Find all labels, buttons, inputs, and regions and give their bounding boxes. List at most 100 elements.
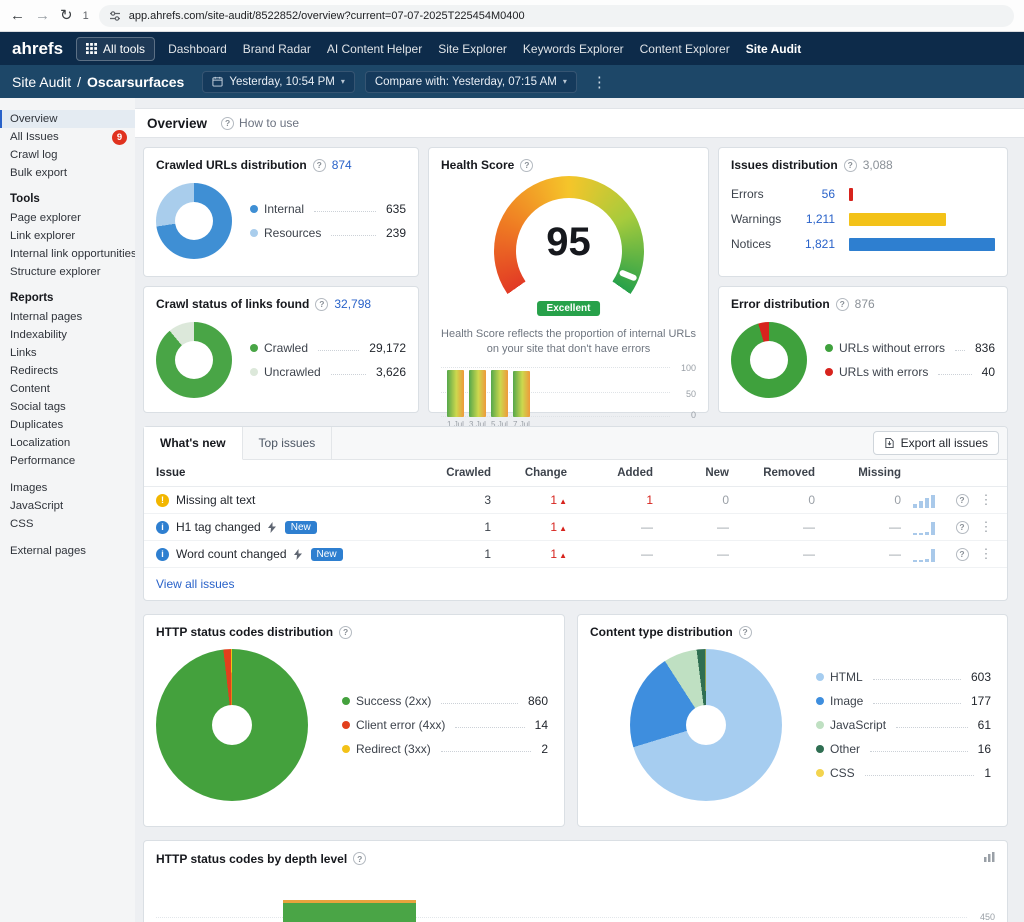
help-icon[interactable]: ? — [739, 626, 752, 639]
legend-item-urls-with-errors[interactable]: URLs with errors 40 — [825, 365, 995, 379]
sidebar-item-structure-explorer[interactable]: Structure explorer — [0, 263, 135, 281]
sidebar-item-bulk-export[interactable]: Bulk export — [0, 164, 135, 182]
sidebar-item-images[interactable]: Images — [0, 479, 135, 497]
sidebar-item-indexability[interactable]: Indexability — [0, 326, 135, 344]
reload-icon[interactable]: ↻ — [60, 8, 73, 23]
warnings-bar[interactable] — [849, 213, 946, 226]
issue-name[interactable]: H1 tag changed — [176, 520, 261, 534]
compare-button[interactable]: Compare with: Yesterday, 07:15 AM ▾ — [365, 71, 577, 93]
site-settings-icon[interactable] — [109, 10, 121, 22]
issue-row-h1-tag-changed[interactable]: i H1 tag changed New 1 1▲ — — — — ? — [144, 514, 1007, 541]
sidebar-item-overview[interactable]: Overview — [0, 110, 135, 128]
col-header-new[interactable]: New — [653, 467, 729, 479]
sidebar-item-content[interactable]: Content — [0, 380, 135, 398]
col-header-change[interactable]: Change — [491, 467, 567, 479]
sidebar-item-javascript[interactable]: JavaScript — [0, 497, 135, 515]
nav-dashboard[interactable]: Dashboard — [168, 42, 227, 56]
legend-item-javascript[interactable]: JavaScript 61 — [816, 718, 991, 732]
legend-value[interactable]: 239 — [386, 226, 406, 240]
legend-value[interactable]: 1 — [984, 766, 991, 780]
sidebar-item-link-explorer[interactable]: Link explorer — [0, 227, 135, 245]
legend-item-crawled[interactable]: Crawled 29,172 — [250, 341, 406, 355]
col-header-missing[interactable]: Missing — [815, 467, 901, 479]
legend-value[interactable]: 3,626 — [376, 365, 406, 379]
nav-content-explorer[interactable]: Content Explorer — [640, 42, 730, 56]
date-picker-button[interactable]: Yesterday, 10:54 PM ▾ — [202, 71, 355, 93]
legend-item-image[interactable]: Image 177 — [816, 694, 991, 708]
row-value[interactable]: 1,821 — [793, 237, 835, 251]
help-icon[interactable]: ? — [836, 298, 849, 311]
nav-site-explorer[interactable]: Site Explorer — [438, 42, 507, 56]
legend-value[interactable]: 603 — [971, 670, 991, 684]
legend-value[interactable]: 16 — [978, 742, 991, 756]
sidebar-item-all-issues[interactable]: All Issues 9 — [0, 128, 135, 146]
col-header-crawled[interactable]: Crawled — [421, 467, 491, 479]
help-icon[interactable]: ? — [313, 159, 326, 172]
sidebar-item-redirects[interactable]: Redirects — [0, 362, 135, 380]
legend-item-css[interactable]: CSS 1 — [816, 766, 991, 780]
all-tools-button[interactable]: All tools — [76, 37, 155, 61]
crawled-urls-total[interactable]: 874 — [332, 158, 352, 172]
legend-value[interactable]: 14 — [535, 718, 548, 732]
errors-bar[interactable] — [849, 188, 853, 201]
row-menu-icon[interactable]: ⋮ — [977, 492, 995, 508]
nav-ai-content-helper[interactable]: AI Content Helper — [327, 42, 422, 56]
nav-brand-radar[interactable]: Brand Radar — [243, 42, 311, 56]
legend-item-success[interactable]: Success (2xx) 860 — [342, 694, 548, 708]
row-menu-icon[interactable]: ⋮ — [977, 519, 995, 535]
view-all-issues-link[interactable]: View all issues — [144, 568, 1007, 600]
tab-top-issues[interactable]: Top issues — [243, 427, 333, 460]
nav-site-audit[interactable]: Site Audit — [746, 42, 802, 56]
sidebar-item-internal-link-opportunities[interactable]: Internal link opportunities — [0, 245, 135, 263]
issue-row-missing-alt-text[interactable]: ! Missing alt text 3 1▲ 1 0 0 0 ? ⋮ — [144, 487, 1007, 514]
help-icon[interactable]: ? — [844, 159, 857, 172]
legend-item-redirect[interactable]: Redirect (3xx) 2 — [342, 742, 548, 756]
sidebar-item-internal-pages[interactable]: Internal pages — [0, 308, 135, 326]
row-value[interactable]: 56 — [793, 187, 835, 201]
help-icon[interactable]: ? — [315, 298, 328, 311]
sidebar-item-crawl-log[interactable]: Crawl log — [0, 146, 135, 164]
legend-value[interactable]: 29,172 — [369, 341, 406, 355]
help-icon[interactable]: ? — [956, 548, 969, 561]
legend-value[interactable]: 860 — [528, 694, 548, 708]
legend-item-client-error[interactable]: Client error (4xx) 14 — [342, 718, 548, 732]
back-icon[interactable]: ← — [10, 8, 25, 23]
col-header-removed[interactable]: Removed — [729, 467, 815, 479]
links-found-total[interactable]: 32,798 — [334, 297, 371, 311]
issue-name[interactable]: Word count changed — [176, 547, 287, 561]
sidebar-item-performance[interactable]: Performance — [0, 452, 135, 470]
tab-whats-new[interactable]: What's new — [144, 427, 243, 460]
notices-bar[interactable] — [849, 238, 995, 251]
more-options-icon[interactable]: ⋮ — [587, 73, 612, 91]
sidebar-item-social-tags[interactable]: Social tags — [0, 398, 135, 416]
depth-level-bar[interactable] — [283, 900, 416, 922]
col-header-added[interactable]: Added — [567, 467, 653, 479]
breadcrumb-project[interactable]: Oscarsurfaces — [87, 74, 184, 90]
sidebar-item-localization[interactable]: Localization — [0, 434, 135, 452]
breadcrumb-section[interactable]: Site Audit — [12, 74, 71, 90]
sidebar-item-css[interactable]: CSS — [0, 515, 135, 533]
help-icon[interactable]: ? — [353, 852, 366, 865]
ahrefs-logo[interactable]: ahrefs — [12, 39, 63, 59]
legend-item-uncrawled[interactable]: Uncrawled 3,626 — [250, 365, 406, 379]
legend-value[interactable]: 177 — [971, 694, 991, 708]
row-value[interactable]: 1,211 — [793, 212, 835, 226]
row-menu-icon[interactable]: ⋮ — [977, 546, 995, 562]
legend-item-other[interactable]: Other 16 — [816, 742, 991, 756]
nav-keywords-explorer[interactable]: Keywords Explorer — [523, 42, 624, 56]
legend-item-urls-without-errors[interactable]: URLs without errors 836 — [825, 341, 995, 355]
legend-value[interactable]: 40 — [982, 365, 995, 379]
legend-value[interactable]: 2 — [541, 742, 548, 756]
url-bar[interactable]: app.ahrefs.com/site-audit/8522852/overvi… — [99, 5, 1014, 27]
sidebar-item-page-explorer[interactable]: Page explorer — [0, 209, 135, 227]
chart-type-icon[interactable] — [983, 851, 995, 866]
help-icon[interactable]: ? — [339, 626, 352, 639]
issue-row-word-count-changed[interactable]: i Word count changed New 1 1▲ — — — — ? — [144, 541, 1007, 568]
forward-icon[interactable]: → — [35, 8, 50, 23]
help-icon[interactable]: ? — [520, 159, 533, 172]
help-icon[interactable]: ? — [956, 521, 969, 534]
legend-item-html[interactable]: HTML 603 — [816, 670, 991, 684]
help-icon[interactable]: ? — [956, 494, 969, 507]
export-all-issues-button[interactable]: Export all issues — [873, 431, 999, 455]
legend-item-resources[interactable]: Resources 239 — [250, 226, 406, 240]
